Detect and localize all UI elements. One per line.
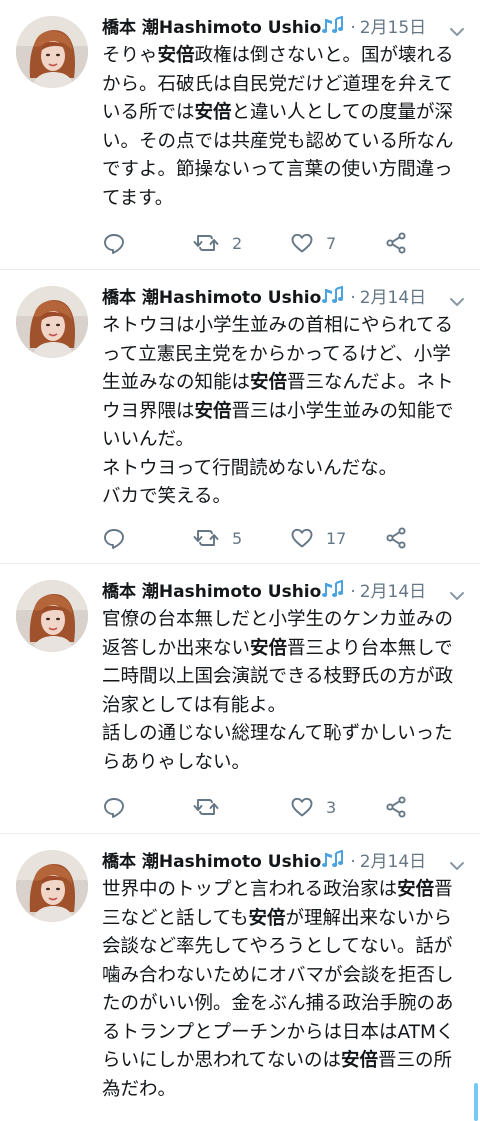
like-button[interactable]: 3 (290, 793, 336, 821)
chevron-down-icon[interactable] (448, 584, 466, 600)
retweet-count: 5 (232, 528, 243, 548)
separator-dot: · (350, 852, 356, 872)
tweet[interactable]: 橋本 潮Hashimoto Ushio · 2月14日 ネトウヨは小学生並みの首相に… (0, 270, 480, 564)
tweet[interactable]: 橋本 潮Hashimoto Ushio · 2月15日 そりゃ安倍政権は倒さないと。… (0, 0, 480, 270)
highlighted-term: 安倍 (341, 1050, 379, 1071)
like-button[interactable]: 7 (290, 229, 336, 257)
musical-notes-icon (322, 579, 344, 609)
like-count: 3 (326, 797, 337, 817)
chevron-down-icon[interactable] (448, 290, 466, 306)
separator-dot: · (350, 288, 356, 308)
separator-dot: · (350, 18, 356, 38)
tweet-header: 橋本 潮Hashimoto Ushio · 2月15日 (102, 14, 466, 42)
share-icon (384, 526, 408, 550)
reply-icon (102, 526, 126, 550)
musical-notes-icon (322, 285, 344, 315)
text-run: そりゃ (102, 45, 158, 66)
tweet-header: 橋本 潮Hashimoto Ushio · 2月14日 (102, 284, 466, 312)
heart-icon (290, 231, 314, 255)
avatar[interactable] (16, 286, 88, 358)
highlighted-term: 安倍 (397, 879, 435, 900)
tweet-actions: 5 17 (102, 524, 432, 552)
author-name[interactable]: 橋本 潮Hashimoto Ushio (102, 288, 321, 308)
musical-notes-icon (322, 15, 344, 45)
reply-icon (102, 795, 126, 819)
separator-dot: · (350, 582, 356, 602)
musical-notes-icon (322, 849, 344, 879)
like-count: 17 (326, 528, 347, 548)
retweet-button[interactable]: 5 (192, 524, 242, 552)
like-button[interactable]: 17 (290, 524, 346, 552)
highlighted-term: 安倍 (250, 637, 288, 659)
retweet-button[interactable] (192, 793, 232, 821)
reply-button[interactable] (102, 793, 138, 821)
retweet-button[interactable]: 2 (192, 229, 242, 257)
retweet-count: 2 (232, 233, 243, 253)
tweet-text: 官僚の台本無しだと小学生のケンカ並みの返答しか出来ない安倍晋三より台本無しで二時… (102, 606, 464, 777)
highlighted-term: 安倍 (157, 45, 195, 66)
tweet-header: 橋本 潮Hashimoto Ushio · 2月14日 (102, 848, 466, 876)
text-run: が理解出来ないから会談など率先してやろうとしてない。話が噛み合わないためにオバマ… (102, 907, 455, 1072)
tweet-date[interactable]: 2月14日 (360, 288, 426, 308)
like-count: 7 (326, 233, 337, 253)
avatar[interactable] (16, 16, 88, 88)
retweet-icon (192, 795, 220, 819)
scroll-indicator[interactable] (474, 1083, 478, 1121)
tweet-text: そりゃ安倍政権は倒さないと。国が壊れるから。石破氏は自民党だけど道理を弁えている… (102, 42, 464, 213)
highlighted-term: 安倍 (194, 102, 232, 123)
retweet-icon (192, 231, 220, 255)
tweet-date[interactable]: 2月14日 (360, 582, 426, 602)
share-icon (384, 231, 408, 255)
highlighted-term: 安倍 (250, 372, 288, 393)
tweet[interactable]: 橋本 潮Hashimoto Ushio · 2月14日 官僚の台本無しだと小学生のケ… (0, 564, 480, 834)
tweet-date[interactable]: 2月14日 (360, 852, 426, 872)
avatar[interactable] (16, 580, 88, 652)
reply-icon (102, 231, 126, 255)
tweet[interactable]: 橋本 潮Hashimoto Ushio · 2月14日 世界中のトップと言われる政治… (0, 834, 480, 1121)
tweet-actions: 3 (102, 793, 432, 821)
heart-icon (290, 526, 314, 550)
author-name[interactable]: 橋本 潮Hashimoto Ushio (102, 582, 321, 602)
retweet-icon (192, 526, 220, 550)
avatar[interactable] (16, 850, 88, 922)
chevron-down-icon[interactable] (448, 854, 466, 870)
share-button[interactable] (384, 229, 408, 257)
highlighted-term: 安倍 (248, 907, 286, 929)
author-name[interactable]: 橋本 潮Hashimoto Ushio (102, 852, 321, 872)
chevron-down-icon[interactable] (448, 20, 466, 36)
tweet-date[interactable]: 2月15日 (360, 18, 426, 38)
reply-button[interactable] (102, 524, 138, 552)
share-button[interactable] (384, 524, 408, 552)
heart-icon (290, 795, 314, 819)
share-button[interactable] (384, 793, 408, 821)
author-name[interactable]: 橋本 潮Hashimoto Ushio (102, 18, 321, 38)
reply-button[interactable] (102, 229, 138, 257)
tweet-text: ネトウヨは小学生並みの首相にやられてるって立憲民主党をからかってるけど、小学生並… (102, 312, 464, 512)
tweet-header: 橋本 潮Hashimoto Ushio · 2月14日 (102, 578, 466, 606)
tweet-text: 世界中のトップと言われる政治家は安倍晋三などと話しても安倍が理解出来ないから会談… (102, 876, 464, 1104)
highlighted-term: 安倍 (194, 400, 232, 422)
tweet-actions: 27 (102, 229, 432, 257)
text-run: 世界中のトップと言われる政治家は (102, 879, 398, 900)
share-icon (384, 795, 408, 819)
